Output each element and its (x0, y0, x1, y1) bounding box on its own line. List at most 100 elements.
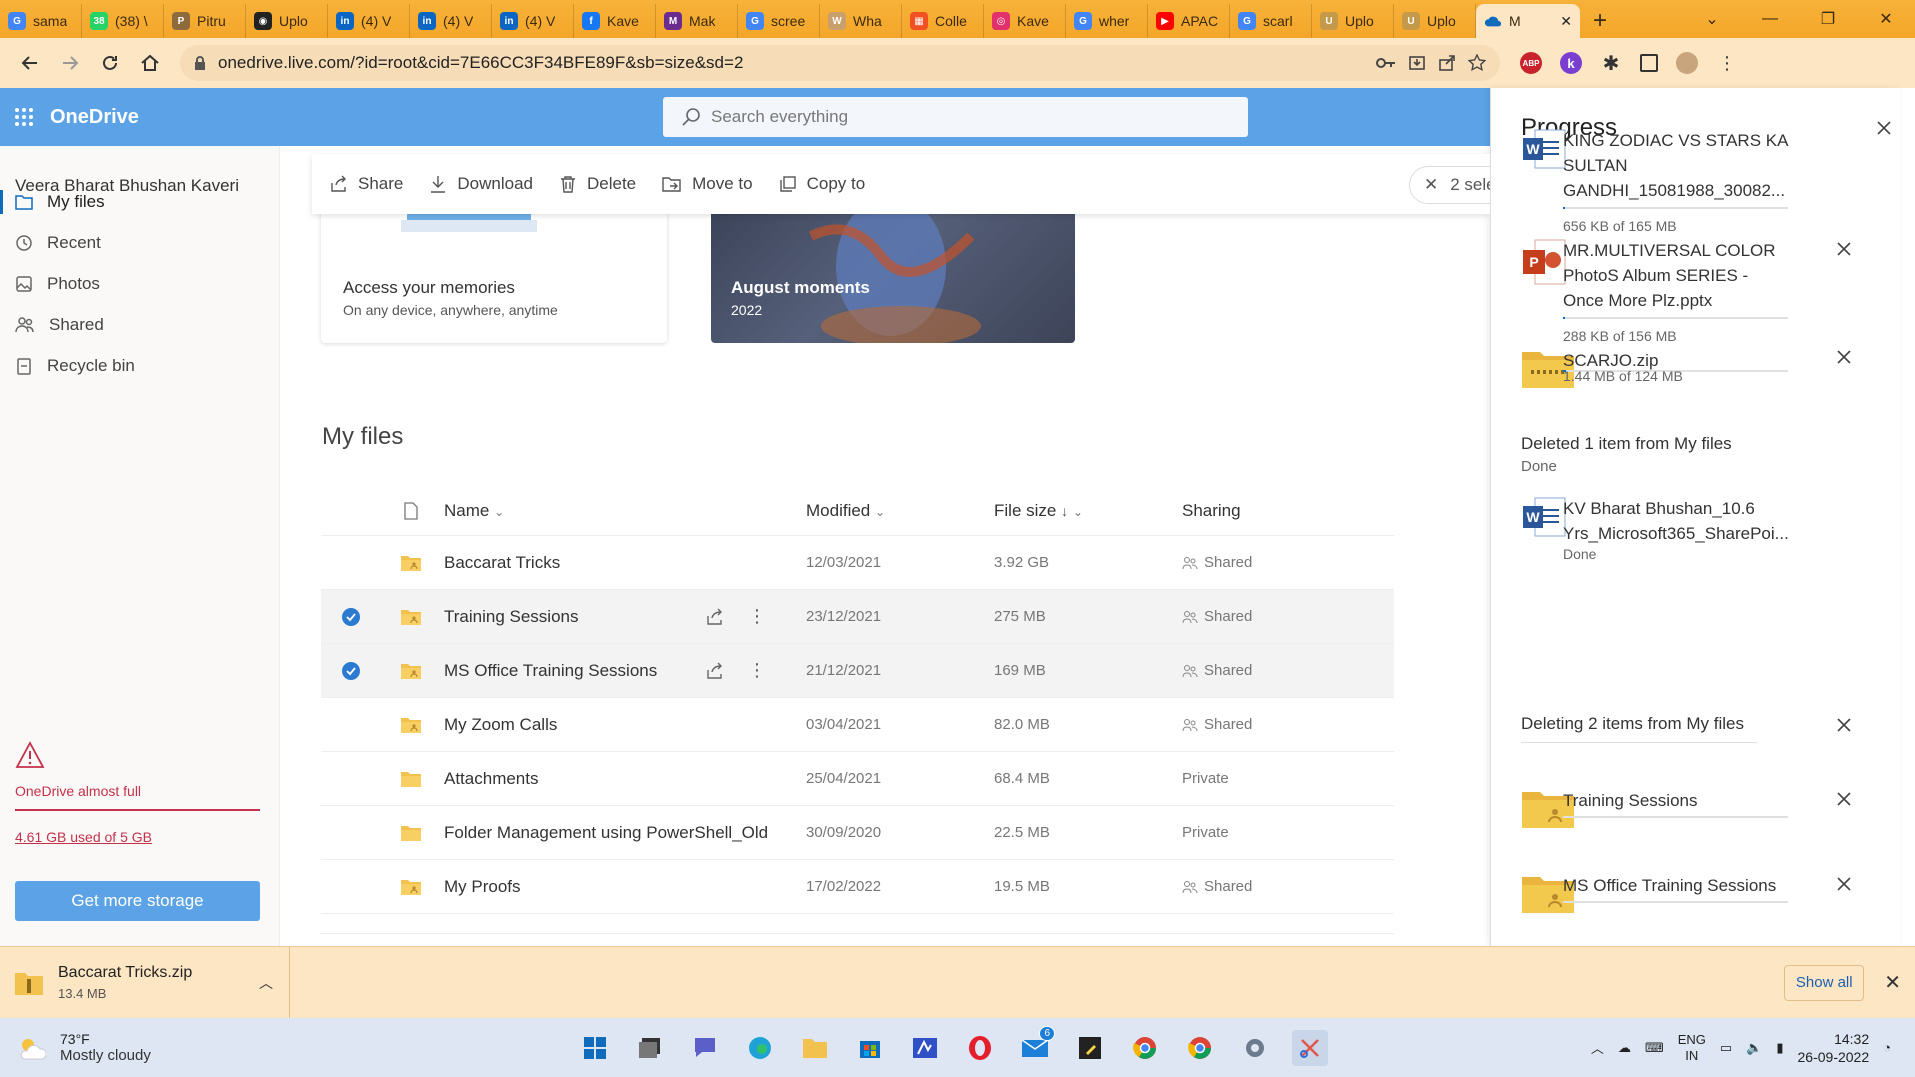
browser-tab[interactable]: W Wha (820, 4, 902, 38)
get-more-storage-button[interactable]: Get more storage (15, 881, 260, 921)
august-moments-card[interactable]: August moments 2022 (711, 206, 1075, 343)
selection-count-pill[interactable]: ✕ 2 selecte (1409, 166, 1490, 204)
delete-command-button[interactable]: Delete (559, 174, 636, 194)
browser-tab[interactable]: Gscarl (1230, 4, 1312, 38)
display-icon[interactable]: ▭ (1720, 1040, 1732, 1056)
browser-tab[interactable]: in (4) V (410, 4, 492, 38)
sidebar-item-shared[interactable]: Shared (0, 303, 280, 347)
file-name-link[interactable]: Attachments (441, 769, 706, 789)
sidebar-item-photos[interactable]: Photos (0, 262, 280, 306)
browser-tab[interactable]: P Pitru (164, 4, 246, 38)
tab-onedrive-active[interactable]: M ✕ (1476, 4, 1580, 38)
brand-title[interactable]: OneDrive (50, 106, 139, 129)
reload-button[interactable] (90, 45, 130, 81)
file-name-link[interactable]: Training Sessions (441, 607, 706, 627)
browser-tab[interactable]: ◎ Kave (984, 4, 1066, 38)
browser-tab[interactable]: U Uplo (1394, 4, 1476, 38)
browser-tab[interactable]: Gwher (1066, 4, 1148, 38)
key-icon[interactable] (1376, 56, 1396, 70)
share-page-icon[interactable] (1438, 54, 1456, 72)
file-explorer-icon[interactable] (797, 1030, 833, 1066)
cancel-delete-item-icon[interactable] (1837, 792, 1851, 806)
file-name-link[interactable]: My Zoom Calls (441, 715, 706, 735)
sticky-notes-icon[interactable] (1072, 1030, 1108, 1066)
browser-tab[interactable]: 38 (38) \ (82, 4, 164, 38)
show-all-button[interactable]: Show all (1784, 964, 1865, 1001)
tab-close-icon[interactable]: ✕ (1560, 13, 1572, 30)
profile-avatar[interactable] (1676, 52, 1698, 74)
table-row[interactable]: My Proofs 17/02/2022 19.5 MB Shared (321, 860, 1394, 914)
cancel-upload-icon[interactable] (1837, 242, 1851, 256)
share-row-icon[interactable] (706, 662, 724, 680)
back-button[interactable] (10, 45, 50, 81)
mail-icon[interactable]: 6 (1017, 1026, 1055, 1066)
chrome-profile-1-icon[interactable] (1127, 1030, 1163, 1066)
cancel-delete-icon[interactable] (1837, 718, 1851, 732)
volume-icon[interactable]: 🔈 (1746, 1040, 1762, 1056)
new-tab-button[interactable]: + (1580, 4, 1620, 38)
app-launcher-icon[interactable] (0, 88, 48, 146)
sidebar-item-recycle-bin[interactable]: Recycle bin (0, 344, 280, 388)
sidebar-item-recent[interactable]: Recent (0, 221, 280, 265)
tab-search-icon[interactable]: ⌄ (1683, 0, 1741, 38)
more-actions-icon[interactable]: ⋮ (748, 606, 766, 627)
battery-icon[interactable]: ▮ (1776, 1040, 1783, 1056)
task-view-icon[interactable] (632, 1030, 668, 1066)
table-row[interactable]: Training Sessions ⋮ 23/12/2021 275 MB Sh… (321, 590, 1394, 644)
move-to-command-button[interactable]: Move to (662, 174, 753, 194)
file-name-link[interactable]: MS Office Training Sessions (441, 661, 706, 681)
weather-widget[interactable]: 73°F Mostly cloudy (16, 1031, 151, 1064)
browser-tab[interactable]: Gsama (0, 4, 82, 38)
windows-start-icon[interactable] (577, 1030, 613, 1066)
minimize-button[interactable]: — (1741, 0, 1799, 38)
memories-card[interactable]: Access your memories On any device, anyw… (321, 206, 667, 343)
copy-to-command-button[interactable]: Copy to (779, 174, 865, 194)
browser-tab[interactable]: ▦ Colle (902, 4, 984, 38)
home-button[interactable] (130, 45, 170, 81)
close-download-bar-icon[interactable]: ✕ (1884, 970, 1901, 995)
puzzle-extensions-icon[interactable]: ✱ (1600, 52, 1622, 75)
row-checkbox[interactable] (321, 661, 381, 681)
file-type-column-icon[interactable] (381, 501, 441, 520)
install-icon[interactable] (1408, 54, 1426, 72)
clear-selection-icon[interactable]: ✕ (1424, 175, 1438, 195)
forward-button[interactable] (50, 45, 90, 81)
file-name-link[interactable]: Folder Management using PowerShell_Old (441, 823, 768, 843)
share-row-icon[interactable] (706, 608, 724, 626)
table-row[interactable]: Attachments 25/04/2021 68.4 MB Private (321, 752, 1394, 806)
cancel-upload-icon[interactable] (1837, 350, 1851, 364)
clock[interactable]: 14:32 26-09-2022 (1798, 1030, 1870, 1066)
address-bar[interactable]: onedrive.live.com/?id=root&cid=7E66CC3F3… (180, 45, 1500, 81)
notifications-icon[interactable]: ◔ (1883, 1040, 1891, 1055)
column-header-modified[interactable]: Modified ⌄ (806, 501, 994, 521)
download-command-button[interactable]: Download (429, 174, 533, 194)
browser-tab[interactable]: Gscree (738, 4, 820, 38)
show-hidden-icons-icon[interactable]: ︿ (1591, 1038, 1604, 1057)
storage-used-link[interactable]: 4.61 GB used of 5 GB (15, 829, 265, 845)
browser-tab[interactable]: in (4) V (328, 4, 410, 38)
onedrive-tray-icon[interactable]: ☁ (1618, 1040, 1631, 1056)
table-row[interactable]: My Zoom Calls 03/04/2021 82.0 MB Shared (321, 698, 1394, 752)
search-input[interactable]: Search everything (663, 97, 1248, 137)
close-panel-icon[interactable] (1876, 120, 1892, 136)
restore-button[interactable]: ❐ (1799, 0, 1857, 38)
keyboard-icon[interactable]: ⌨ (1645, 1040, 1664, 1056)
column-header-name[interactable]: Name ⌄ (441, 501, 706, 521)
browser-tab[interactable]: ▶ APAC (1148, 4, 1230, 38)
share-command-button[interactable]: Share (330, 174, 403, 194)
bookmark-star-icon[interactable] (1468, 54, 1486, 72)
browser-menu-icon[interactable]: ⋮ (1716, 52, 1738, 74)
column-header-file-size[interactable]: File size ↓ ⌄ (994, 501, 1182, 521)
language-indicator[interactable]: ENG IN (1678, 1032, 1706, 1064)
table-row[interactable]: MS Office Training Sessions ⋮ 21/12/2021… (321, 644, 1394, 698)
sidebar-item-my-files[interactable]: My files (0, 180, 280, 224)
column-header-sharing[interactable]: Sharing (1182, 501, 1362, 521)
teams-chat-icon[interactable] (687, 1030, 723, 1066)
settings-gear-icon[interactable] (1237, 1030, 1273, 1066)
browser-tab[interactable]: in (4) V (492, 4, 574, 38)
adblock-icon[interactable]: ABP (1520, 52, 1542, 74)
browser-tab[interactable]: ◉ Uplo (246, 4, 328, 38)
snipping-tool-icon[interactable] (1292, 1030, 1328, 1066)
chrome-profile-2-icon[interactable] (1182, 1030, 1218, 1066)
download-item[interactable]: Baccarat Tricks.zip 13.4 MB ︿ (0, 946, 290, 1019)
